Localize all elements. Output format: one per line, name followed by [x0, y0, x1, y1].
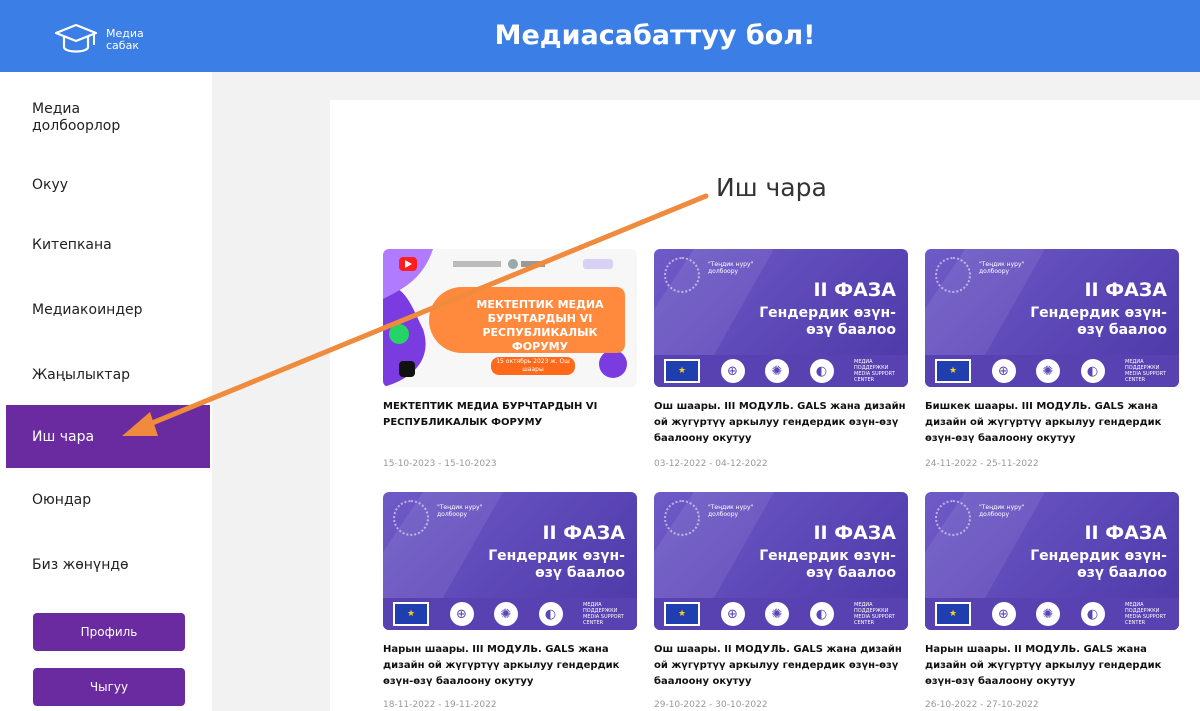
annotation-arrow: [122, 193, 709, 436]
